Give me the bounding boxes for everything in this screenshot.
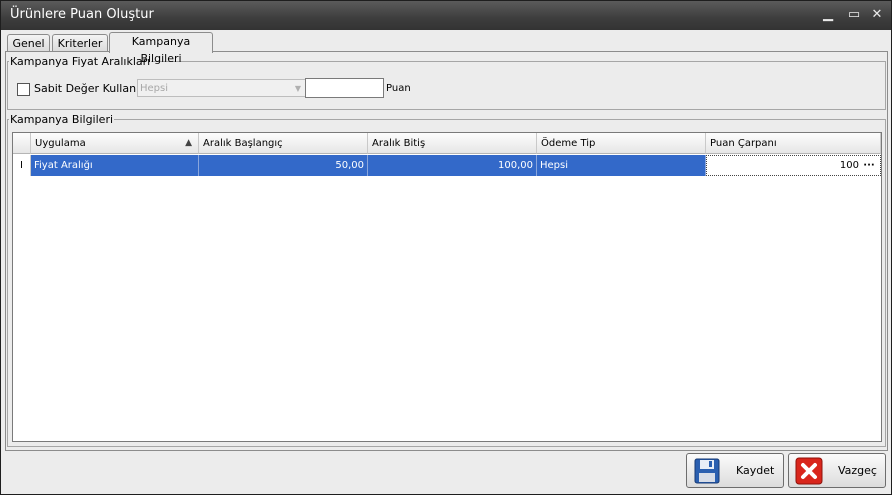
- window-title: Ürünlere Puan Oluştur: [10, 7, 154, 22]
- tab-genel[interactable]: Genel: [7, 34, 50, 52]
- campaign-grid[interactable]: Uygulama ▲ Aralık Başlangıç Aralık Bitiş…: [12, 132, 882, 442]
- fixed-value-checkbox[interactable]: [17, 83, 30, 96]
- save-button-label: Kaydet: [736, 464, 775, 477]
- column-header-uygulama[interactable]: Uygulama ▲: [31, 133, 199, 154]
- payment-type-combo[interactable]: Hepsi ▼: [137, 79, 306, 97]
- footer-bar: Kaydet Vazgeç: [5, 449, 886, 492]
- cell-odeme-tip[interactable]: Hepsi: [537, 155, 706, 176]
- column-header-odeme-tip-label: Ödeme Tip: [541, 138, 596, 149]
- column-header-aralik-bitis[interactable]: Aralık Bitiş: [368, 133, 537, 154]
- cell-puan-carpani-editor[interactable]: 100 ···: [706, 155, 881, 176]
- row-indicator-icon: I: [13, 155, 31, 176]
- title-bar[interactable]: Ürünlere Puan Oluştur ▁ ▭ ✕: [1, 1, 891, 30]
- tab-kampanya-bilgileri[interactable]: Kampanya Bilgileri: [109, 32, 213, 65]
- tab-kriterler-label: Kriterler: [57, 37, 103, 50]
- payment-type-combo-value: Hepsi: [140, 83, 169, 94]
- column-header-puan-carpani[interactable]: Puan Çarpanı: [706, 133, 881, 154]
- ellipsis-button[interactable]: ···: [860, 156, 878, 175]
- cancel-button-label: Vazgeç: [838, 464, 877, 477]
- maximize-button[interactable]: ▭: [845, 6, 863, 24]
- minimize-button[interactable]: ▁: [819, 6, 837, 24]
- floppy-disk-icon: [694, 458, 720, 484]
- points-label: Puan: [386, 83, 411, 94]
- save-button[interactable]: Kaydet: [686, 453, 784, 488]
- tab-genel-label: Genel: [12, 37, 45, 50]
- column-header-aralik-bitis-label: Aralık Bitiş: [372, 138, 426, 149]
- cell-aralik-bitis[interactable]: 100,00: [368, 155, 537, 176]
- tab-kampanya-bilgileri-label: Kampanya Bilgileri: [131, 35, 191, 65]
- column-header-aralik-baslangic[interactable]: Aralık Başlangıç: [199, 133, 368, 154]
- sort-ascending-icon: ▲: [185, 138, 192, 148]
- column-header-puan-carpani-label: Puan Çarpanı: [710, 138, 777, 149]
- close-button[interactable]: ✕: [868, 6, 886, 24]
- tab-panel: Kampanya Fiyat Aralıkları Sabit Değer Ku…: [5, 51, 888, 451]
- cell-aralik-baslangic[interactable]: 50,00: [199, 155, 368, 176]
- app-window: Ürünlere Puan Oluştur ▁ ▭ ✕ Genel Kriter…: [0, 0, 892, 495]
- cancel-button[interactable]: Vazgeç: [788, 453, 886, 488]
- price-ranges-legend: Kampanya Fiyat Aralıkları: [10, 55, 151, 68]
- points-input[interactable]: [305, 78, 384, 98]
- cell-uygulama[interactable]: Fiyat Aralığı: [31, 155, 199, 176]
- fixed-value-label: Sabit Değer Kullan: [34, 82, 137, 95]
- campaign-info-legend: Kampanya Bilgileri: [10, 113, 114, 126]
- cell-puan-carpani-value[interactable]: 100: [840, 156, 859, 175]
- cancel-x-icon: [795, 457, 823, 485]
- column-header-aralik-baslangic-label: Aralık Başlangıç: [203, 138, 283, 149]
- column-header-uygulama-label: Uygulama: [35, 138, 86, 149]
- tab-kriterler[interactable]: Kriterler: [52, 34, 108, 52]
- row-indicator-header: [13, 133, 31, 154]
- column-header-odeme-tip[interactable]: Ödeme Tip: [537, 133, 706, 154]
- chevron-down-icon: ▼: [294, 84, 301, 93]
